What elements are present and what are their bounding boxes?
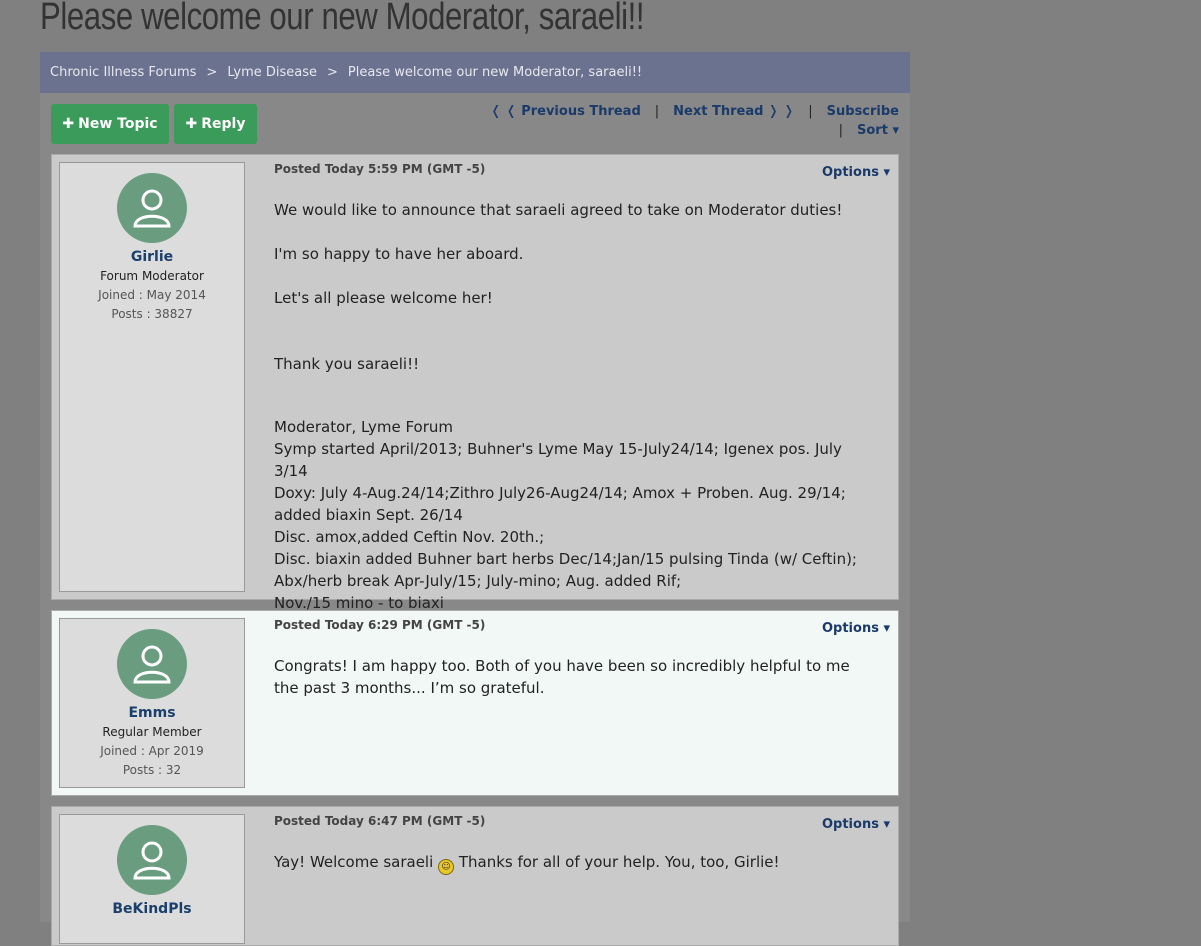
breadcrumb-forums[interactable]: Chronic Illness Forums xyxy=(50,65,196,80)
breadcrumb: Chronic Illness Forums > Lyme Disease > Plea… xyxy=(40,52,910,93)
post-body: We would like to announce that saraeli a… xyxy=(274,199,864,614)
post-timestamp: Posted Today 5:59 PM (GMT -5) xyxy=(274,162,486,176)
username-link[interactable]: BeKindPls xyxy=(60,901,244,917)
options-dropdown[interactable]: Options ▾ xyxy=(822,817,890,832)
user-silhouette-icon xyxy=(133,841,171,880)
post-paragraph: Congrats! I am happy too. Both of you ha… xyxy=(274,657,850,697)
subscribe-link[interactable]: Subscribe xyxy=(827,104,899,119)
user-profile-box: Girlie Forum Moderator Joined : May 2014… xyxy=(59,162,245,592)
post-timestamp: Posted Today 6:29 PM (GMT -5) xyxy=(274,618,486,632)
user-silhouette-icon xyxy=(133,645,171,684)
user-joined: Joined : Apr 2019 xyxy=(100,744,204,758)
post: BeKindPls Posted Today 6:47 PM (GMT -5) … xyxy=(51,806,899,946)
thread-navigation: ❬ ❬ Previous Thread | Next Thread ❭ ❭ | Subs… xyxy=(490,102,899,140)
user-post-count: Posts : 32 xyxy=(122,763,182,777)
next-thread-link[interactable]: Next Thread ❭ ❭ xyxy=(673,104,794,119)
post: Emms Regular Member Joined : Apr 2019 Po… xyxy=(51,610,899,796)
signature-line: added biaxin Sept. 26/14 xyxy=(274,506,463,524)
breadcrumb-current-thread[interactable]: Please welcome our new Moderator, sarael… xyxy=(348,65,642,80)
post: Girlie Forum Moderator Joined : May 2014… xyxy=(51,154,899,612)
options-dropdown[interactable]: Options ▾ xyxy=(822,621,890,636)
post-text: Thanks for all of your help. You, too, G… xyxy=(458,853,780,871)
post-paragraph: Yay! Welcome saraeli ☺ Thanks for all of… xyxy=(274,851,864,875)
new-topic-button[interactable]: ✚ New Topic xyxy=(51,104,169,144)
signature-line: Moderator, Lyme Forum xyxy=(274,418,454,436)
user-role: Forum Moderator xyxy=(100,269,204,283)
post-paragraph: I'm so happy to have her aboard. xyxy=(274,245,524,263)
reply-button[interactable]: ✚ Reply xyxy=(174,104,257,144)
signature-line: Disc. biaxin added Buhner bart herbs Dec… xyxy=(274,550,857,568)
user-silhouette-icon xyxy=(133,189,171,228)
user-profile-box: BeKindPls xyxy=(59,814,245,944)
new-topic-label: New Topic xyxy=(78,116,158,132)
signature-line: Doxy: July 4-Aug.24/14;Zithro July26-Aug… xyxy=(274,484,846,502)
signature-line: Abx/herb break Apr-July/15; July-mino; A… xyxy=(274,572,682,590)
signature-line: Symp started April/2013; Buhner's Lyme M… xyxy=(274,440,842,480)
avatar[interactable] xyxy=(117,629,187,699)
username-link[interactable]: Girlie xyxy=(60,249,244,265)
user-joined: Joined : May 2014 xyxy=(98,288,206,302)
avatar[interactable] xyxy=(117,173,187,243)
post-body: Yay! Welcome saraeli ☺ Thanks for all of… xyxy=(274,851,864,875)
reply-label: Reply xyxy=(201,116,246,132)
page-title: Please welcome our new Moderator, sarael… xyxy=(40,0,645,38)
sort-dropdown[interactable]: Sort ▾ xyxy=(857,123,899,138)
thread-container: Chronic Illness Forums > Lyme Disease > Plea… xyxy=(40,52,910,946)
nav-separator: | xyxy=(654,104,660,119)
post-paragraph: We would like to announce that saraeli a… xyxy=(274,201,843,219)
breadcrumb-separator: > xyxy=(206,65,218,80)
breadcrumb-separator: > xyxy=(327,65,338,80)
post-body: Congrats! I am happy too. Both of you ha… xyxy=(274,655,864,699)
signature-line: Disc. amox,added Ceftin Nov. 20th.; xyxy=(274,528,545,546)
username-link[interactable]: Emms xyxy=(60,705,244,721)
post-paragraph: Thank you saraeli!! xyxy=(274,355,420,373)
previous-thread-link[interactable]: ❬ ❬ Previous Thread xyxy=(490,104,640,119)
avatar[interactable] xyxy=(117,825,187,895)
plus-icon: ✚ xyxy=(62,116,75,132)
post-paragraph: Let's all please welcome her! xyxy=(274,289,493,307)
plus-icon: ✚ xyxy=(185,116,198,132)
post-text: Yay! Welcome saraeli xyxy=(274,853,434,871)
user-signature: Moderator, Lyme Forum Symp started April… xyxy=(274,416,864,614)
post-timestamp: Posted Today 6:47 PM (GMT -5) xyxy=(274,814,486,828)
options-dropdown[interactable]: Options ▾ xyxy=(822,165,890,180)
nav-separator: | xyxy=(838,123,844,138)
user-profile-box: Emms Regular Member Joined : Apr 2019 Po… xyxy=(59,618,245,788)
breadcrumb-lyme-disease[interactable]: Lyme Disease xyxy=(227,65,317,80)
nav-separator: | xyxy=(808,104,813,119)
user-post-count: Posts : 38827 xyxy=(111,307,193,321)
user-role: Regular Member xyxy=(102,725,202,739)
smiley-emoticon-icon: ☺ xyxy=(438,859,455,875)
